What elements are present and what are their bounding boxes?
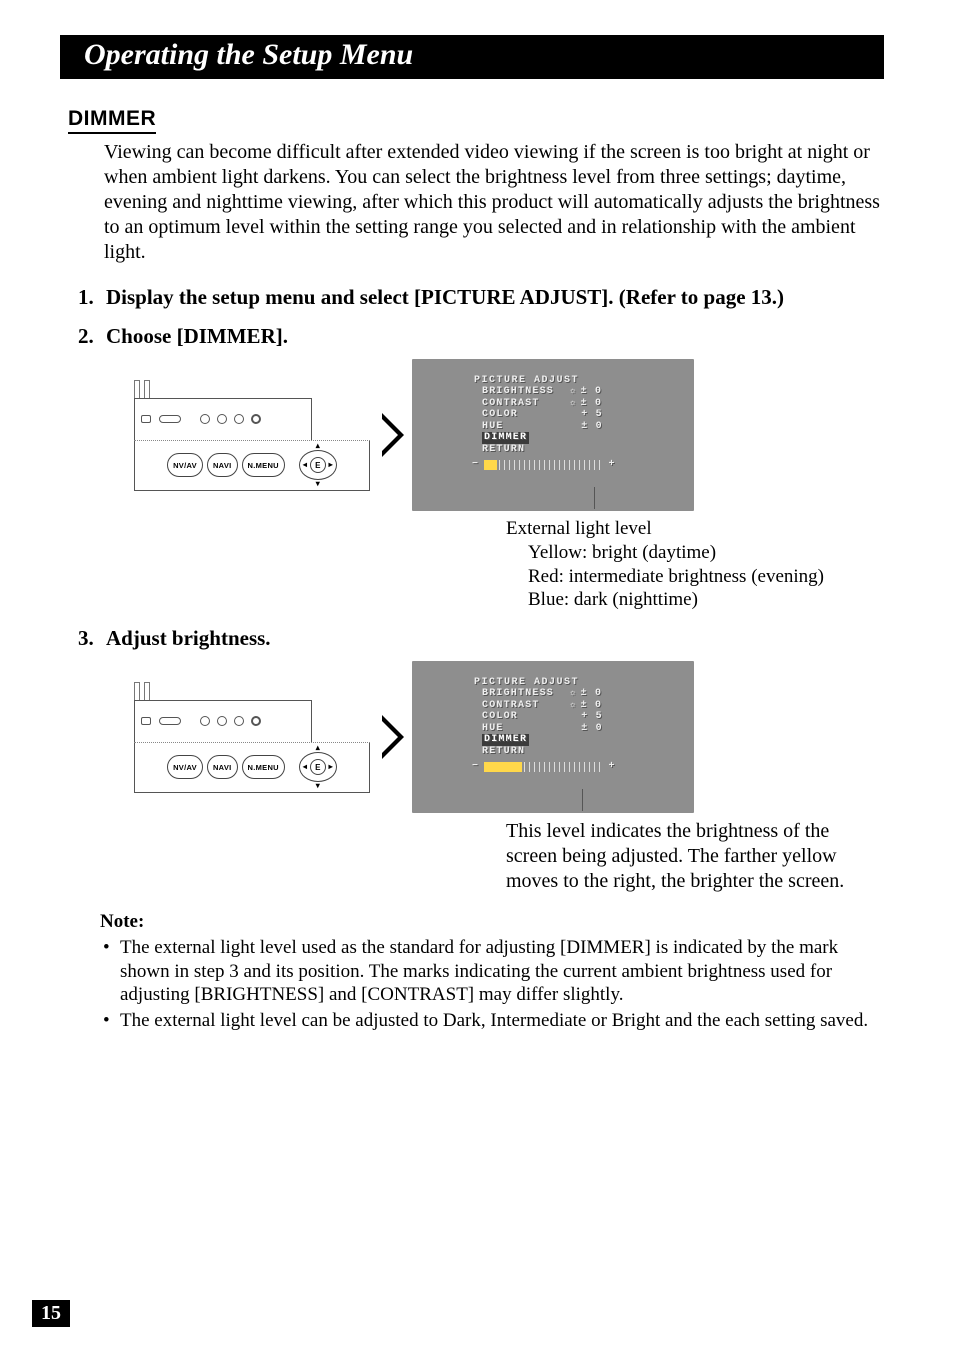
osd-screen-step2: PICTURE ADJUST BRIGHTNESS± 0 CONTRAST± 0… — [412, 359, 694, 511]
pointer-line — [594, 487, 595, 509]
step-2-text: Choose [DIMMER]. — [106, 324, 288, 348]
nv-av-button: NV/AV — [167, 453, 203, 477]
navi-button: NAVI — [207, 453, 238, 477]
osd-dimmer-selected: DIMMER — [482, 432, 529, 444]
device-panel: NV/AV NAVI N.MENU ▴ ▾ ◂ E ▸ — [116, 380, 374, 491]
note-item: The external light level can be adjusted… — [100, 1009, 878, 1033]
step-3: Adjust brightness. NV/AV NAVI — [78, 626, 884, 894]
nv-av-button: NV/AV — [167, 755, 203, 779]
arrow-right-icon — [382, 715, 404, 759]
osd-scale — [484, 762, 604, 772]
pointer-line — [582, 789, 583, 811]
figure-step3: NV/AV NAVI N.MENU ▴ ▾ ◂ E ▸ PICTURE ADJU… — [116, 661, 884, 813]
title-bar: Operating the Setup Menu — [60, 35, 884, 79]
caption-adjust: This level indicates the brightness of t… — [506, 819, 884, 894]
section-heading-dimmer: DIMMER — [68, 107, 156, 134]
note-item: The external light level used as the sta… — [100, 936, 878, 1007]
device-panel: NV/AV NAVI N.MENU ▴ ▾ ◂ E ▸ — [116, 682, 374, 793]
figure-step2: NV/AV NAVI N.MENU ▴ ▾ ◂ E ▸ PICTURE ADJU — [116, 359, 884, 511]
step-3-text: Adjust brightness. — [106, 626, 271, 650]
osd-title: PICTURE ADJUST — [474, 375, 694, 386]
step-1: Display the setup menu and select [PICTU… — [78, 285, 884, 310]
arrow-right-icon — [382, 413, 404, 457]
note-heading: Note: — [100, 910, 878, 934]
nmenu-button: N.MENU — [242, 755, 285, 779]
caption-light-level: External light level Yellow: bright (day… — [506, 517, 884, 612]
navi-button: NAVI — [207, 755, 238, 779]
nmenu-button: N.MENU — [242, 453, 285, 477]
osd-screen-step3: PICTURE ADJUST BRIGHTNESS± 0 CONTRAST± 0… — [412, 661, 694, 813]
e-joystick: ▴ ▾ ◂ E ▸ — [299, 450, 337, 480]
note-block: Note: The external light level used as t… — [100, 910, 878, 1033]
page-number: 15 — [32, 1300, 70, 1327]
intro-paragraph: Viewing can become difficult after exten… — [104, 140, 884, 265]
osd-scale — [484, 460, 604, 470]
e-joystick: ▴ ▾ ◂ E ▸ — [299, 752, 337, 782]
step-2: Choose [DIMMER]. NV/AV NAVI — [78, 324, 884, 612]
step-1-text: Display the setup menu and select [PICTU… — [106, 285, 784, 309]
